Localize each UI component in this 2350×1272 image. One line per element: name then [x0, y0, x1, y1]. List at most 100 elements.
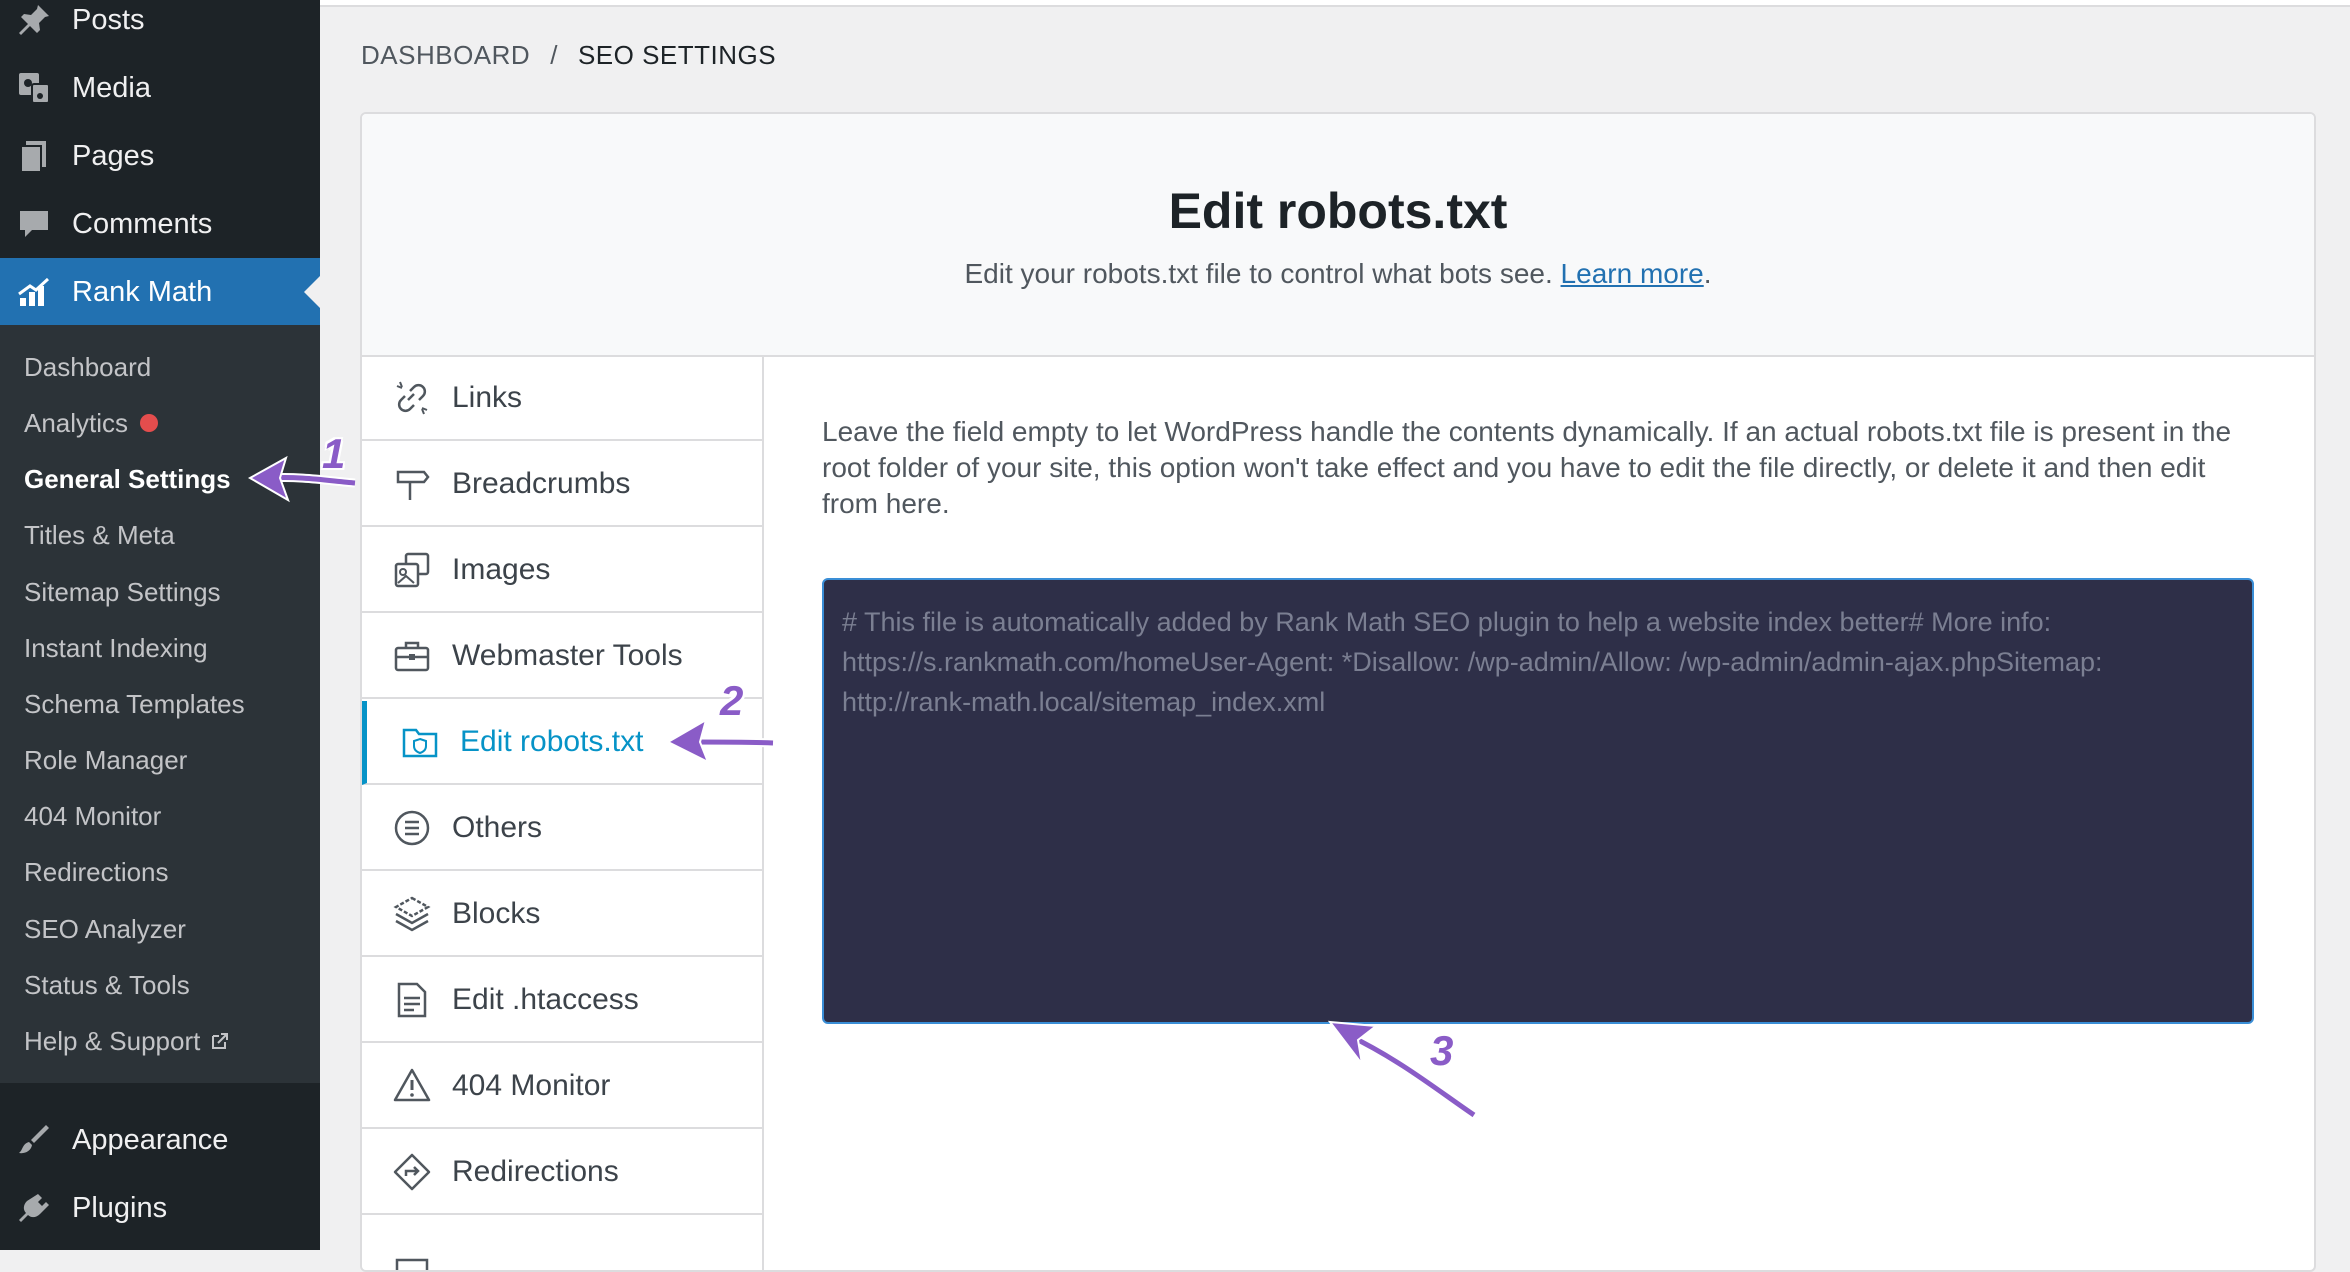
- tab-links-label: Links: [452, 381, 523, 414]
- tab-breadcrumbs-label: Breadcrumbs: [452, 467, 631, 500]
- submenu-seo-analyzer-label: SEO Analyzer: [24, 913, 186, 944]
- callout-2: 2: [720, 677, 744, 724]
- submenu-help-support[interactable]: Help & Support: [24, 1021, 230, 1061]
- submenu-sitemap-settings-label: Sitemap Settings: [24, 576, 221, 607]
- tab-next-partial[interactable]: [362, 1217, 762, 1270]
- tab-others-label: Others: [452, 811, 543, 844]
- submenu-seo-analyzer[interactable]: SEO Analyzer: [24, 909, 186, 949]
- menu-comments-label: Comments: [72, 207, 213, 240]
- tab-edit-robots[interactable]: Edit robots.txt: [362, 701, 762, 785]
- submenu-role-manager[interactable]: Role Manager: [24, 740, 187, 780]
- toolbox-icon: [394, 641, 430, 672]
- rank-math-submenu: Dashboard Analytics General Settings Tit…: [0, 325, 320, 1083]
- submenu-redirections[interactable]: Redirections: [24, 852, 169, 892]
- folder-shield-icon: [402, 728, 438, 758]
- submenu-schema-templates-label: Schema Templates: [24, 688, 245, 719]
- menu-plugins[interactable]: Plugins: [0, 1174, 320, 1242]
- page-title: Edit robots.txt: [1168, 183, 1508, 239]
- external-link-icon: [212, 1033, 229, 1049]
- images-icon: [394, 552, 430, 588]
- tab-edit-robots-label: Edit robots.txt: [460, 725, 644, 758]
- submenu-general-settings[interactable]: General Settings: [24, 459, 231, 499]
- submenu-titles-meta[interactable]: Titles & Meta: [24, 515, 175, 555]
- menu-rank-math-label: Rank Math: [72, 275, 213, 308]
- menu-plugins-label: Plugins: [72, 1191, 168, 1224]
- submenu-help-support-label: Help & Support: [24, 1025, 201, 1056]
- menu-pages[interactable]: Pages: [0, 122, 320, 190]
- menu-appearance[interactable]: Appearance: [0, 1106, 320, 1174]
- list-circle-icon: [394, 810, 430, 846]
- tab-others[interactable]: Others: [362, 787, 762, 871]
- description-text: Edit your robots.txt file to control wha…: [964, 258, 1553, 289]
- submenu-analytics-label: Analytics: [24, 407, 129, 438]
- submenu-dashboard-label: Dashboard: [24, 351, 152, 382]
- submenu-sitemap-settings[interactable]: Sitemap Settings: [24, 572, 221, 612]
- tab-links[interactable]: Links: [362, 357, 762, 441]
- tab-breadcrumbs[interactable]: Breadcrumbs: [362, 443, 762, 527]
- help-text: Leave the field empty to let WordPress h…: [822, 416, 2232, 519]
- submenu-instant-indexing[interactable]: Instant Indexing: [24, 628, 208, 668]
- learn-more-link[interactable]: Learn more: [1561, 258, 1704, 289]
- tab-images-label: Images: [452, 553, 551, 586]
- tab-redirections[interactable]: Redirections: [362, 1131, 762, 1215]
- tab-edit-htaccess-label: Edit .htaccess: [452, 983, 639, 1016]
- breadcrumb-dashboard-link[interactable]: DASHBOARD: [361, 40, 530, 71]
- tab-blocks[interactable]: Blocks: [362, 873, 762, 957]
- pages-icon: [20, 141, 46, 173]
- breadcrumb-current: SEO SETTINGS: [577, 40, 777, 70]
- tab-blocks-label: Blocks: [452, 897, 541, 930]
- tab-404-monitor-label: 404 Monitor: [452, 1069, 611, 1102]
- settings-panel: Edit robots.txt Edit your robots.txt fil…: [360, 112, 2316, 1272]
- submenu-instant-indexing-label: Instant Indexing: [24, 632, 208, 663]
- menu-appearance-label: Appearance: [72, 1123, 229, 1156]
- file-text-icon: [397, 982, 427, 1018]
- rank-math-icon: [18, 277, 50, 306]
- description-period: .: [1703, 258, 1712, 289]
- links-icon: [396, 381, 428, 415]
- submenu-redirections-label: Redirections: [24, 856, 169, 887]
- notification-dot: [140, 414, 159, 432]
- submenu-status-tools[interactable]: Status & Tools: [24, 965, 190, 1005]
- top-bar-edge: [320, 0, 2350, 7]
- callout-1: 1: [322, 430, 346, 477]
- settings-tabs: Links Breadcrumbs Images Webmaster Tools…: [362, 357, 764, 1270]
- signpost-icon: [396, 470, 430, 500]
- tab-images[interactable]: Images: [362, 529, 762, 613]
- pin-icon: [19, 5, 49, 35]
- submenu-titles-meta-label: Titles & Meta: [24, 519, 175, 550]
- comment-icon: [20, 211, 48, 237]
- submenu-analytics[interactable]: Analytics: [24, 403, 159, 443]
- tab-webmaster-tools[interactable]: Webmaster Tools: [362, 615, 762, 699]
- breadcrumb: DASHBOARD / SEO SETTINGS: [361, 40, 776, 71]
- submenu-schema-templates[interactable]: Schema Templates: [24, 684, 245, 724]
- menu-pages-label: Pages: [72, 139, 155, 172]
- robots-txt-editor[interactable]: [822, 578, 2254, 1024]
- submenu-404-monitor-label: 404 Monitor: [24, 800, 162, 831]
- tab-edit-htaccess[interactable]: Edit .htaccess: [362, 959, 762, 1043]
- redirect-icon: [393, 1153, 431, 1191]
- menu-rank-math[interactable]: Rank Math: [0, 258, 320, 326]
- tab-404-monitor[interactable]: 404 Monitor: [362, 1045, 762, 1129]
- menu-posts[interactable]: Posts: [0, 0, 320, 54]
- admin-sidebar: Posts Media Pages Comments Rank Math Das…: [0, 0, 320, 1250]
- submenu-general-settings-label: General Settings: [24, 463, 231, 494]
- tab-webmaster-tools-label: Webmaster Tools: [452, 639, 683, 672]
- callout-3: 3: [1430, 1027, 1454, 1074]
- brush-icon: [19, 1125, 49, 1154]
- tab-redirections-label: Redirections: [452, 1155, 619, 1188]
- menu-comments[interactable]: Comments: [0, 190, 320, 258]
- panel-header: Edit robots.txt Edit your robots.txt fil…: [362, 114, 2314, 357]
- menu-media[interactable]: Media: [0, 54, 320, 122]
- page-description: Edit your robots.txt file to control wha…: [362, 258, 2314, 290]
- plug-icon: [19, 1194, 49, 1222]
- menu-posts-label: Posts: [72, 3, 145, 36]
- submenu-status-tools-label: Status & Tools: [24, 969, 190, 1000]
- submenu-role-manager-label: Role Manager: [24, 744, 188, 775]
- media-icon: [19, 73, 50, 104]
- submenu-dashboard[interactable]: Dashboard: [24, 347, 151, 387]
- breadcrumb-separator: /: [550, 40, 558, 70]
- submenu-404-monitor[interactable]: 404 Monitor: [24, 796, 161, 836]
- blocks-icon: [393, 896, 431, 932]
- menu-media-label: Media: [72, 71, 151, 104]
- analytics-icon: [395, 1258, 429, 1270]
